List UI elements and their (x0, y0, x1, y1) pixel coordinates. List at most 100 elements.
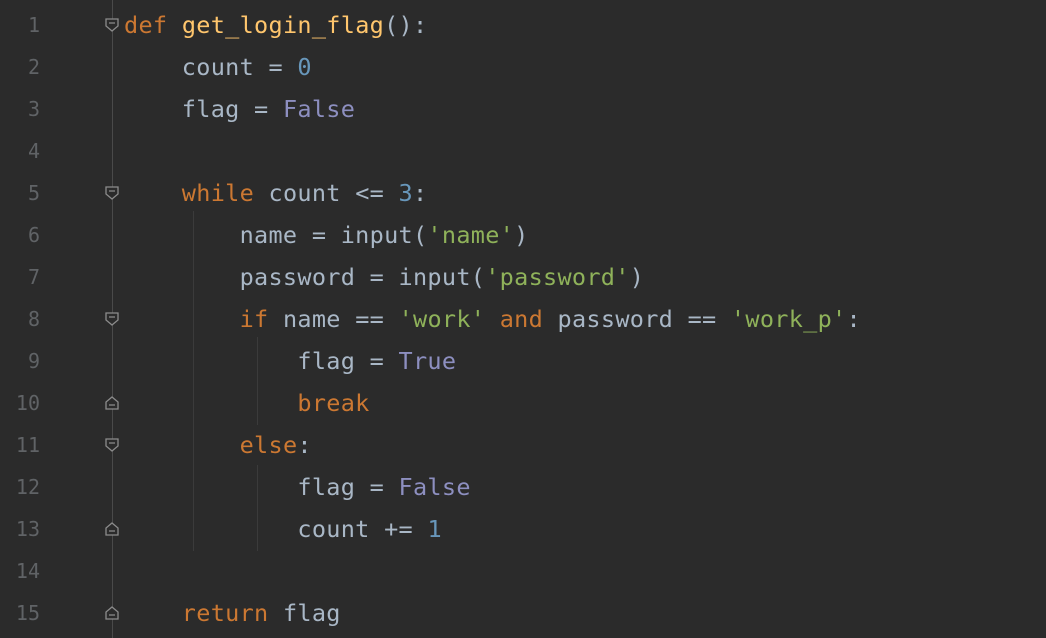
code-token: <= (355, 179, 385, 207)
line-number: 5 (27, 181, 40, 205)
code-text: while count <= 3: (124, 172, 427, 214)
code-token: password (124, 263, 370, 291)
code-token: else (239, 431, 298, 459)
code-token: input( (384, 263, 486, 291)
code-token: == (355, 305, 385, 333)
code-line[interactable]: 5 while count <= 3: (0, 172, 1046, 214)
code-token: flag (124, 473, 370, 501)
fold-open-icon[interactable] (104, 185, 120, 201)
code-text: break (124, 382, 370, 424)
code-line[interactable]: 11 else: (0, 424, 1046, 466)
code-text: password = input('password') (124, 256, 644, 298)
fold-close-icon[interactable] (104, 395, 120, 411)
line-number: 10 (15, 391, 40, 415)
code-token: == (687, 305, 717, 333)
code-line[interactable]: 13 count += 1 (0, 508, 1046, 550)
code-line[interactable]: 8 if name == 'work' and password == 'wor… (0, 298, 1046, 340)
line-number: 2 (27, 55, 40, 79)
line-number: 11 (15, 433, 40, 457)
code-line[interactable]: 2 count = 0 (0, 46, 1046, 88)
code-line[interactable]: 12 flag = False (0, 466, 1046, 508)
line-number: 6 (27, 223, 40, 247)
code-text: def get_login_flag(): (124, 4, 427, 46)
code-token: count (254, 179, 356, 207)
code-token: 3 (398, 179, 413, 207)
fold-open-icon[interactable] (104, 437, 120, 453)
code-token: = (268, 53, 283, 81)
line-number: 12 (15, 475, 40, 499)
code-token: break (297, 389, 370, 417)
code-token: (): (384, 11, 428, 39)
code-token: and (499, 305, 544, 333)
line-number: 8 (27, 307, 40, 331)
code-text: name = input('name') (124, 214, 529, 256)
code-token: get_login_flag (181, 11, 385, 39)
code-token: False (282, 95, 356, 123)
fold-open-icon[interactable] (104, 17, 120, 33)
fold-close-icon[interactable] (104, 521, 120, 537)
code-line[interactable]: 1 def get_login_flag(): (0, 4, 1046, 46)
code-token: count (124, 53, 269, 81)
fold-close-icon[interactable] (104, 605, 120, 621)
code-token: password (543, 305, 688, 333)
code-line[interactable]: 4 (0, 130, 1046, 172)
code-token: 'password' (485, 263, 630, 291)
code-line[interactable]: 9 flag = True (0, 340, 1046, 382)
code-token: 0 (297, 53, 312, 81)
code-token: 1 (427, 515, 442, 543)
line-number: 7 (27, 265, 40, 289)
code-token: = (311, 221, 327, 249)
code-text: count += 1 (124, 508, 442, 550)
code-line[interactable]: 6 name = input('name') (0, 214, 1046, 256)
code-editor[interactable]: 1 def get_login_flag(): 2 count = 03 flag … (0, 0, 1046, 638)
code-token: count (124, 515, 385, 543)
line-number: 9 (27, 349, 40, 373)
line-number: 3 (27, 97, 40, 121)
line-number: 14 (15, 559, 40, 583)
code-token: flag (124, 95, 255, 123)
line-number: 15 (15, 601, 40, 625)
code-text: flag = True (124, 340, 456, 382)
code-token: def (124, 11, 168, 39)
line-number: 4 (27, 139, 40, 163)
code-token: flag (124, 347, 370, 375)
code-line[interactable]: 14 (0, 550, 1046, 592)
code-line[interactable]: 15 return flag (0, 592, 1046, 634)
code-token: += (384, 515, 413, 543)
line-number: 13 (15, 517, 40, 541)
code-token: 'work' (398, 305, 486, 333)
code-token: = (369, 263, 385, 291)
code-token: name (124, 221, 312, 249)
code-token: = (369, 473, 385, 501)
code-line[interactable]: 7 password = input('password') (0, 256, 1046, 298)
code-token: : (846, 305, 861, 333)
code-token: return (181, 599, 269, 627)
code-token: = (254, 95, 269, 123)
code-text: return flag (124, 592, 341, 634)
fold-open-icon[interactable] (104, 311, 120, 327)
code-line[interactable]: 3 flag = False (0, 88, 1046, 130)
code-text: flag = False (124, 466, 471, 508)
code-token: input( (326, 221, 428, 249)
code-token: name (268, 305, 356, 333)
code-token: : (413, 179, 428, 207)
code-line[interactable]: 10 break (0, 382, 1046, 424)
code-token: = (369, 347, 385, 375)
code-text: count = 0 (124, 46, 312, 88)
code-token: ) (514, 221, 529, 249)
code-text: if name == 'work' and password == 'work_… (124, 298, 861, 340)
